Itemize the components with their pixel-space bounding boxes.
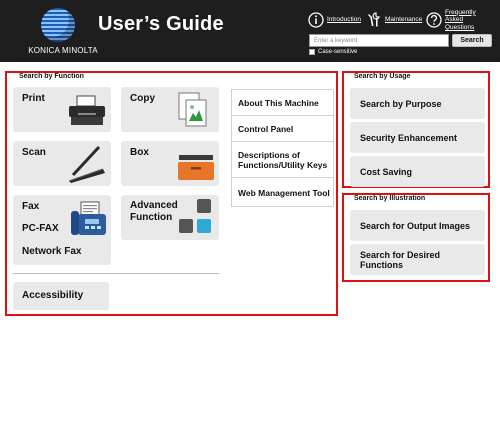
box-icon	[178, 155, 214, 180]
advanced-function-button-label: Advanced Function	[130, 200, 178, 223]
faq-link-label: Frequently Asked Questions	[445, 8, 476, 31]
brand-logo-mark	[41, 8, 75, 42]
search-desired-functions-button[interactable]: Search for Desired Functions	[350, 244, 485, 275]
copy-button[interactable]: Copy	[121, 87, 219, 132]
box-button-label: Box	[130, 147, 149, 158]
brand-name: KONICA MINOLTA	[28, 46, 98, 55]
maintenance-link[interactable]: Maintenance	[366, 9, 422, 31]
question-icon	[426, 12, 442, 28]
security-enhancement-button[interactable]: Security Enhancement	[350, 122, 485, 153]
fax-button-label[interactable]: Fax	[22, 201, 39, 213]
case-sensitive-option[interactable]: Case-sensitive	[309, 49, 357, 55]
copy-icon	[178, 92, 207, 127]
pc-fax-button-label[interactable]: PC-FAX	[22, 223, 59, 235]
brand-logo: KONICA MINOLTA	[22, 6, 104, 60]
search-by-illustration-title: Search by Illustration	[354, 195, 426, 202]
print-button-label: Print	[22, 93, 45, 104]
cost-saving-button[interactable]: Cost Saving	[350, 156, 485, 187]
print-button[interactable]: Print	[13, 87, 111, 132]
keyword-search-input[interactable]: Enter a keyword	[309, 34, 449, 47]
scanner-icon	[68, 145, 105, 183]
fax-icon	[71, 201, 106, 235]
tools-icon	[368, 12, 380, 27]
scan-button[interactable]: Scan	[13, 141, 111, 186]
box-button[interactable]: Box	[121, 141, 219, 186]
copy-button-label: Copy	[130, 93, 155, 104]
fax-button-group[interactable]: Fax PC-FAX Network Fax	[13, 195, 111, 265]
search-by-usage-title: Search by Usage	[354, 73, 411, 80]
case-sensitive-checkbox[interactable]	[309, 49, 315, 55]
search-by-function-title: Search by Function	[19, 73, 84, 80]
header-bar: KONICA MINOLTA User’s Guide Introduction…	[0, 0, 500, 62]
introduction-link[interactable]: Introduction	[308, 9, 361, 31]
scan-button-label: Scan	[22, 147, 46, 158]
list-item-web-management-tool[interactable]: Web Management Tool	[232, 178, 333, 207]
function-divider	[13, 273, 219, 274]
list-item-control-panel[interactable]: Control Panel	[232, 116, 333, 142]
search-output-images-button[interactable]: Search for Output Images	[350, 210, 485, 241]
printer-icon	[69, 95, 105, 125]
search-by-purpose-button[interactable]: Search by Purpose	[350, 88, 485, 119]
function-list: About This Machine Control Panel Descrip…	[231, 89, 334, 207]
accessibility-button[interactable]: Accessibility	[13, 282, 109, 310]
maintenance-link-label: Maintenance	[385, 16, 423, 24]
page-title: User’s Guide	[98, 13, 224, 35]
introduction-link-label: Introduction	[327, 16, 361, 24]
info-icon	[308, 12, 324, 28]
accessibility-button-label: Accessibility	[22, 290, 84, 301]
advanced-function-icon	[179, 199, 211, 233]
network-fax-button-label[interactable]: Network Fax	[22, 246, 81, 258]
faq-link[interactable]: Frequently Asked Questions	[426, 9, 485, 31]
list-item-descriptions-of-functions[interactable]: Descriptions of Functions/Utility Keys	[232, 142, 333, 178]
case-sensitive-label: Case-sensitive	[318, 49, 358, 55]
list-item-about-this-machine[interactable]: About This Machine	[232, 90, 333, 116]
search-button[interactable]: Search	[452, 34, 492, 47]
advanced-function-button[interactable]: Advanced Function	[121, 195, 219, 240]
